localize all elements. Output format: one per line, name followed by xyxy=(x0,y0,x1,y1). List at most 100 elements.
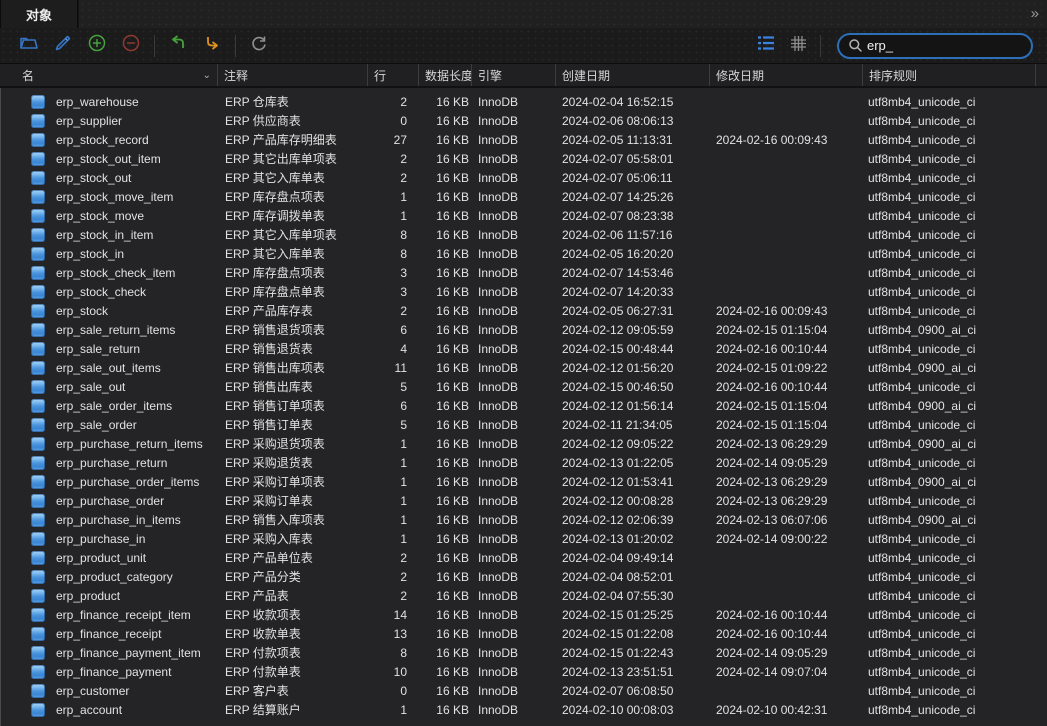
column-header-name[interactable]: 名 ⌄ xyxy=(0,64,218,86)
table-modified-date: 2024-02-16 00:10:44 xyxy=(711,627,864,641)
table-row[interactable]: erp_warehouse ERP 仓库表 2 16 KB InnoDB 202… xyxy=(1,92,1047,111)
table-row[interactable]: erp_product_category ERP 产品分类 2 16 KB In… xyxy=(1,567,1047,586)
column-header-collation[interactable]: 排序规则 xyxy=(863,64,1036,86)
sort-chevron-icon: ⌄ xyxy=(203,70,211,81)
table-row[interactable]: erp_sale_order ERP 销售订单表 5 16 KB InnoDB … xyxy=(1,415,1047,434)
table-row[interactable]: erp_finance_receipt ERP 收款单表 13 16 KB In… xyxy=(1,624,1047,643)
table-comment: ERP 客户表 xyxy=(219,682,369,699)
table-name: erp_stock_out_item xyxy=(56,152,161,166)
table-row[interactable]: erp_purchase_order_items ERP 采购订单项表 1 16… xyxy=(1,472,1047,491)
table-icon xyxy=(31,95,45,109)
table-row-count: 8 xyxy=(369,646,420,660)
table-row[interactable]: erp_sale_return_items ERP 销售退货项表 6 16 KB… xyxy=(1,320,1047,339)
search-input[interactable] xyxy=(863,38,1047,53)
table-row[interactable]: erp_purchase_order ERP 采购订单表 1 16 KB Inn… xyxy=(1,491,1047,510)
table-row[interactable]: erp_sale_out_items ERP 销售出库项表 11 16 KB I… xyxy=(1,358,1047,377)
column-header-rows[interactable]: 行 xyxy=(368,64,419,86)
table-comment: ERP 收款单表 xyxy=(219,625,369,642)
table-created-date: 2024-02-12 02:06:39 xyxy=(557,513,711,527)
table-row-count: 1 xyxy=(369,513,420,527)
table-created-date: 2024-02-07 14:20:33 xyxy=(557,285,711,299)
table-data-length: 16 KB xyxy=(420,437,473,451)
tab-objects[interactable]: 对象 xyxy=(0,0,78,28)
export-wizard-button[interactable] xyxy=(195,32,229,60)
table-row[interactable]: erp_sale_out ERP 销售出库表 5 16 KB InnoDB 20… xyxy=(1,377,1047,396)
table-row-count: 0 xyxy=(369,114,420,128)
table-icon xyxy=(31,475,45,489)
table-row[interactable]: erp_stock_move ERP 库存调拨单表 1 16 KB InnoDB… xyxy=(1,206,1047,225)
column-header-comment[interactable]: 注释 xyxy=(218,64,368,86)
tab-overflow-icon[interactable]: » xyxy=(1031,5,1047,24)
table-row[interactable]: erp_stock ERP 产品库存表 2 16 KB InnoDB 2024-… xyxy=(1,301,1047,320)
table-row[interactable]: erp_stock_in ERP 其它入库单表 8 16 KB InnoDB 2… xyxy=(1,244,1047,263)
table-name: erp_stock_check xyxy=(56,285,146,299)
table-comment: ERP 其它入库单表 xyxy=(219,169,369,186)
table-row[interactable]: erp_purchase_return_items ERP 采购退货项表 1 1… xyxy=(1,434,1047,453)
table-row[interactable]: erp_product ERP 产品表 2 16 KB InnoDB 2024-… xyxy=(1,586,1047,605)
table-row[interactable]: erp_finance_receipt_item ERP 收款项表 14 16 … xyxy=(1,605,1047,624)
new-table-button[interactable] xyxy=(80,32,114,60)
column-header-modified[interactable]: 修改日期 xyxy=(710,64,863,86)
table-row[interactable]: erp_stock_check ERP 库存盘点单表 3 16 KB InnoD… xyxy=(1,282,1047,301)
table-icon xyxy=(31,684,45,698)
table-icon xyxy=(31,323,45,337)
design-table-button[interactable] xyxy=(46,32,80,60)
table-row[interactable]: erp_purchase_in ERP 采购入库表 1 16 KB InnoDB… xyxy=(1,529,1047,548)
table-row-count: 0 xyxy=(369,684,420,698)
table-row-count: 1 xyxy=(369,209,420,223)
table-row-count: 2 xyxy=(369,171,420,185)
table-row[interactable]: erp_stock_out ERP 其它入库单表 2 16 KB InnoDB … xyxy=(1,168,1047,187)
table-row[interactable]: erp_stock_out_item ERP 其它出库单项表 2 16 KB I… xyxy=(1,149,1047,168)
table-engine: InnoDB xyxy=(473,247,557,261)
table-created-date: 2024-02-06 08:06:13 xyxy=(557,114,711,128)
table-row[interactable]: erp_purchase_in_items ERP 销售入库项表 1 16 KB… xyxy=(1,510,1047,529)
toolbar-separator xyxy=(235,35,236,57)
open-table-button[interactable] xyxy=(12,32,46,60)
table-data-length: 16 KB xyxy=(420,589,473,603)
grid-view-button[interactable] xyxy=(782,33,814,59)
import-wizard-button[interactable] xyxy=(161,32,195,60)
table-row[interactable]: erp_finance_payment_item ERP 付款项表 8 16 K… xyxy=(1,643,1047,662)
table-row[interactable]: erp_stock_move_item ERP 库存盘点项表 1 16 KB I… xyxy=(1,187,1047,206)
table-row[interactable]: erp_sale_order_items ERP 销售订单项表 6 16 KB … xyxy=(1,396,1047,415)
refresh-button[interactable] xyxy=(242,32,276,60)
column-header-size[interactable]: 数据长度 xyxy=(419,64,472,86)
table-row[interactable]: erp_customer ERP 客户表 0 16 KB InnoDB 2024… xyxy=(1,681,1047,700)
table-row[interactable]: erp_stock_check_item ERP 库存盘点项表 3 16 KB … xyxy=(1,263,1047,282)
table-collation: utf8mb4_unicode_ci xyxy=(864,95,1037,109)
table-row[interactable]: erp_product_unit ERP 产品单位表 2 16 KB InnoD… xyxy=(1,548,1047,567)
delete-table-button[interactable] xyxy=(114,32,148,60)
table-collation: utf8mb4_unicode_ci xyxy=(864,228,1037,242)
minus-circle-icon xyxy=(121,33,141,58)
table-row[interactable]: erp_sale_return ERP 销售退货表 4 16 KB InnoDB… xyxy=(1,339,1047,358)
table-comment: ERP 其它入库单项表 xyxy=(219,226,369,243)
table-name: erp_warehouse xyxy=(56,95,139,109)
table-row-count: 2 xyxy=(369,570,420,584)
table-engine: InnoDB xyxy=(473,665,557,679)
table-row[interactable]: erp_stock_record ERP 产品库存明细表 27 16 KB In… xyxy=(1,130,1047,149)
table-modified-date: 2024-02-14 09:05:29 xyxy=(711,646,864,660)
table-comment: ERP 销售入库项表 xyxy=(219,511,369,528)
table-row[interactable]: erp_finance_payment ERP 付款单表 10 16 KB In… xyxy=(1,662,1047,681)
table-created-date: 2024-02-04 08:52:01 xyxy=(557,570,711,584)
table-comment: ERP 库存调拨单表 xyxy=(219,207,369,224)
table-name: erp_account xyxy=(56,703,122,717)
column-header-engine[interactable]: 引擎 xyxy=(472,64,556,86)
table-created-date: 2024-02-07 08:23:38 xyxy=(557,209,711,223)
table-row[interactable]: erp_supplier ERP 供应商表 0 16 KB InnoDB 202… xyxy=(1,111,1047,130)
table-row[interactable]: erp_stock_in_item ERP 其它入库单项表 8 16 KB In… xyxy=(1,225,1047,244)
table-engine: InnoDB xyxy=(473,551,557,565)
table-collation: utf8mb4_0900_ai_ci xyxy=(864,437,1037,451)
table-created-date: 2024-02-12 01:56:20 xyxy=(557,361,711,375)
table-engine: InnoDB xyxy=(473,152,557,166)
table-collation: utf8mb4_unicode_ci xyxy=(864,247,1037,261)
table-name: erp_purchase_return_items xyxy=(56,437,203,451)
table-comment: ERP 产品单位表 xyxy=(219,549,369,566)
table-created-date: 2024-02-13 01:20:02 xyxy=(557,532,711,546)
list-view-button[interactable] xyxy=(750,33,782,59)
table-collation: utf8mb4_unicode_ci xyxy=(864,152,1037,166)
table-row[interactable]: erp_account ERP 结算账户 1 16 KB InnoDB 2024… xyxy=(1,700,1047,719)
column-header-created[interactable]: 创建日期 xyxy=(556,64,710,86)
table-row[interactable]: erp_purchase_return ERP 采购退货表 1 16 KB In… xyxy=(1,453,1047,472)
table-name: erp_customer xyxy=(56,684,129,698)
